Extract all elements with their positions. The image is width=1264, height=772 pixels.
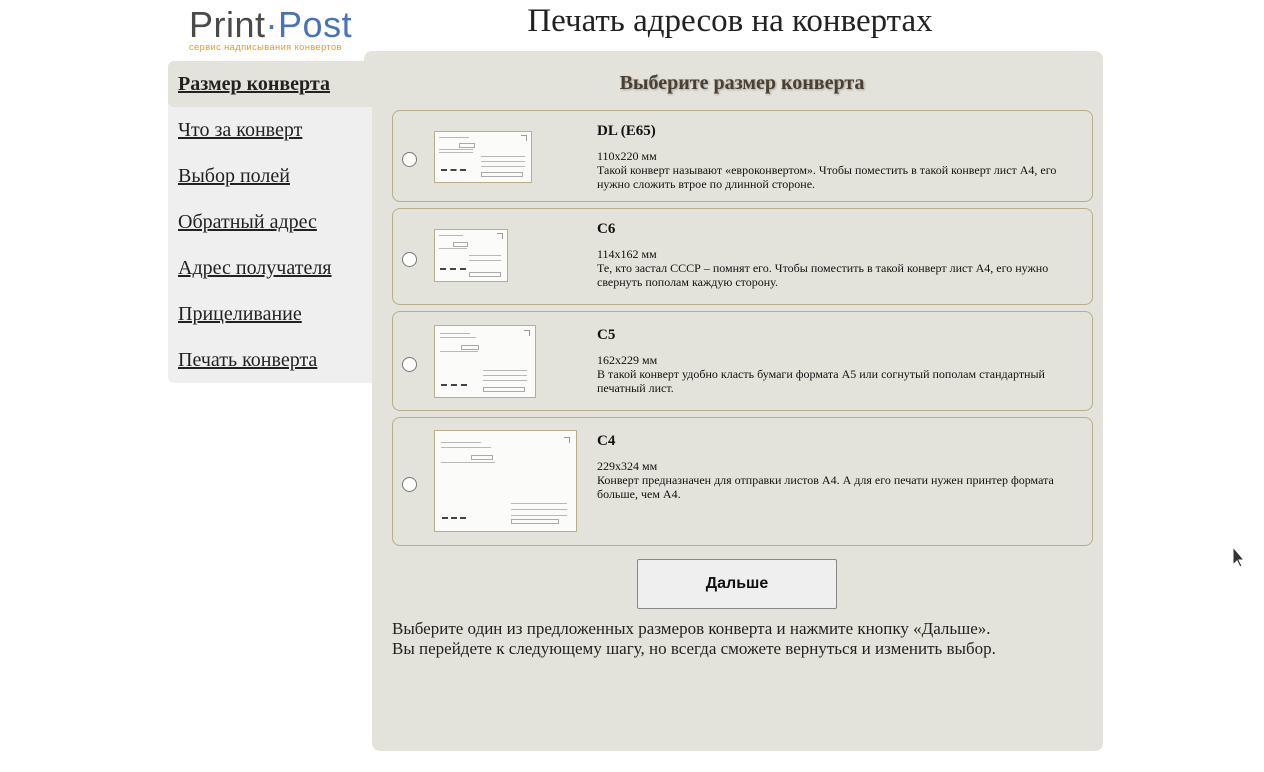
option-c4-radio[interactable] <box>402 477 417 492</box>
option-c6-radio[interactable] <box>402 252 417 267</box>
instructions-line-2: Вы перейдете к следующему шагу, но всегд… <box>392 639 996 658</box>
option-c5-text: C5 162x229 мм В такой конверт удобно кла… <box>597 326 1072 395</box>
option-c4-desc: Конверт предназначен для отправки листов… <box>597 473 1054 501</box>
option-dl-desc: Такой конверт называют «евроконвертом». … <box>597 163 1057 191</box>
option-c4[interactable]: C4 229x324 мм Конверт предназначен для о… <box>392 417 1093 546</box>
sidebar-item-print[interactable]: Печать конверта <box>168 337 372 383</box>
logo-tagline: сервис надписывания конвертов <box>189 42 342 52</box>
instructions-text: Выберите один из предложенных размеров к… <box>392 619 1092 659</box>
option-c6-name: C6 <box>597 221 616 237</box>
main-panel: Выберите размер конверта DL (E65) 110x22… <box>364 51 1103 751</box>
option-c6[interactable]: C6 114x162 мм Те, кто застал СССР – помн… <box>392 208 1093 305</box>
sidebar-item-envelope-type[interactable]: Что за конверт <box>168 107 372 153</box>
section-subtitle: Выберите размер конверта <box>619 72 865 94</box>
instructions-line-1: Выберите один из предложенных размеров к… <box>392 619 991 638</box>
next-button[interactable]: Дальше <box>637 559 837 609</box>
option-dl-text: DL (E65) 110x220 мм Такой конверт называ… <box>597 122 1072 191</box>
option-c5-name: C5 <box>597 327 616 343</box>
option-c4-text: C4 229x324 мм Конверт предназначен для о… <box>597 432 1072 501</box>
option-c6-dims: 114x162 мм <box>597 247 657 261</box>
envelope-c4-preview-icon <box>434 430 577 532</box>
sidebar-item-recipient-address[interactable]: Адрес получателя <box>168 245 372 291</box>
sidebar-item-fields[interactable]: Выбор полей <box>168 153 372 199</box>
option-c5[interactable]: C5 162x229 мм В такой конверт удобно кла… <box>392 311 1093 411</box>
envelope-c5-preview-icon <box>434 325 536 398</box>
page-title: Печать адресов на конвертах <box>527 3 933 39</box>
option-c5-radio[interactable] <box>402 357 417 372</box>
option-dl[interactable]: DL (E65) 110x220 мм Такой конверт называ… <box>392 110 1093 202</box>
envelope-dl-preview-icon <box>434 131 532 183</box>
sidebar-item-alignment[interactable]: Прицеливание <box>168 291 372 337</box>
sidebar-nav: Размер конверта Что за конверт Выбор пол… <box>168 61 372 383</box>
option-dl-name: DL (E65) <box>597 123 656 139</box>
option-c5-desc: В такой конверт удобно класть бумаги фор… <box>597 367 1045 395</box>
sidebar-item-envelope-size[interactable]: Размер конверта <box>168 61 372 107</box>
option-c5-dims: 162x229 мм <box>597 353 658 367</box>
logo[interactable]: Print·Post сервис надписывания конвертов <box>189 4 354 53</box>
option-dl-radio[interactable] <box>402 152 417 167</box>
option-dl-dims: 110x220 мм <box>597 149 657 163</box>
envelope-c6-preview-icon <box>434 229 508 282</box>
logo-wordmark: Print·Post <box>189 4 353 45</box>
option-c4-dims: 229x324 мм <box>597 459 658 473</box>
mouse-cursor-icon <box>1232 546 1246 568</box>
option-c6-text: C6 114x162 мм Те, кто застал СССР – помн… <box>597 220 1072 289</box>
option-c6-desc: Те, кто застал СССР – помнят его. Чтобы … <box>597 261 1049 289</box>
option-c4-name: C4 <box>597 433 616 449</box>
sidebar-item-return-address[interactable]: Обратный адрес <box>168 199 372 245</box>
